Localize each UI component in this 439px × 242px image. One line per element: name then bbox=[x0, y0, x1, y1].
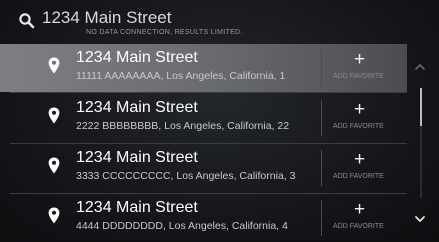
plus-icon: + bbox=[354, 149, 366, 170]
add-favorite-label: ADD FAVORITE bbox=[333, 73, 384, 80]
result-title: 1234 Main Street bbox=[76, 49, 198, 66]
map-pin-icon bbox=[48, 207, 60, 224]
result-title: 1234 Main Street bbox=[76, 99, 198, 116]
result-address: 2222 BBBBBBBB, Los Angeles, California, … bbox=[76, 120, 290, 132]
chevron-down-icon[interactable] bbox=[413, 212, 427, 226]
chevron-up-icon[interactable] bbox=[413, 60, 427, 74]
result-address: 4444 DDDDDDDD, Los Angeles, California, … bbox=[76, 220, 288, 232]
add-favorite-label: ADD FAVORITE bbox=[333, 123, 384, 130]
result-row[interactable]: 1234 Main Street 4444 DDDDDDDD, Los Ange… bbox=[0, 194, 407, 242]
result-address: 3333 CCCCCCCCC, Los Angeles, California,… bbox=[76, 170, 296, 182]
result-title: 1234 Main Street bbox=[76, 199, 198, 216]
connection-notice: NO DATA CONNECTION, RESULTS LIMITED. bbox=[86, 29, 243, 36]
map-pin-icon bbox=[48, 57, 60, 74]
search-icon[interactable] bbox=[18, 12, 36, 30]
plus-icon: + bbox=[354, 199, 366, 220]
row-separator bbox=[321, 100, 322, 136]
search-query[interactable]: 1234 Main Street bbox=[42, 8, 171, 28]
result-row[interactable]: 1234 Main Street 11111 AAAAAAAA, Los Ang… bbox=[0, 44, 407, 92]
add-favorite-label: ADD FAVORITE bbox=[333, 223, 384, 230]
row-separator bbox=[321, 50, 322, 86]
result-row[interactable]: 1234 Main Street 2222 BBBBBBBB, Los Ange… bbox=[0, 94, 407, 142]
add-favorite-button[interactable]: + ADD FAVORITE bbox=[325, 148, 395, 188]
row-divider bbox=[10, 92, 407, 93]
map-pin-icon bbox=[48, 107, 60, 124]
result-address: 11111 AAAAAAAA, Los Angeles, California,… bbox=[76, 70, 286, 82]
row-separator bbox=[321, 150, 322, 186]
add-favorite-label: ADD FAVORITE bbox=[333, 173, 384, 180]
add-favorite-button[interactable]: + ADD FAVORITE bbox=[325, 198, 395, 238]
search-header: 1234 Main Street NO DATA CONNECTION, RES… bbox=[0, 0, 439, 44]
map-pin-icon bbox=[48, 157, 60, 174]
row-separator bbox=[321, 200, 322, 236]
plus-icon: + bbox=[354, 99, 366, 120]
result-row[interactable]: 1234 Main Street 3333 CCCCCCCCC, Los Ang… bbox=[0, 144, 407, 192]
result-title: 1234 Main Street bbox=[76, 149, 198, 166]
scrollbar-thumb[interactable] bbox=[420, 88, 422, 126]
plus-icon: + bbox=[354, 49, 366, 70]
add-favorite-button[interactable]: + ADD FAVORITE bbox=[325, 98, 395, 138]
search-results-screen: 1234 Main Street NO DATA CONNECTION, RES… bbox=[0, 0, 439, 241]
add-favorite-button[interactable]: + ADD FAVORITE bbox=[325, 48, 395, 88]
